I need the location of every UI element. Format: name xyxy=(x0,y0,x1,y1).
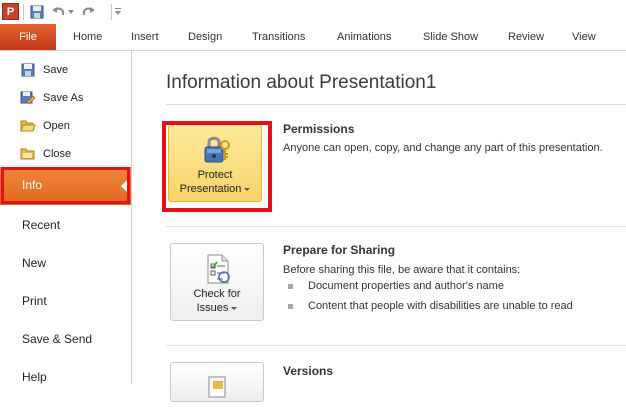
manage-versions-button[interactable] xyxy=(170,362,264,402)
prepare-bullet: Content that people with disabilities ar… xyxy=(308,300,573,312)
tab-file[interactable]: File xyxy=(0,24,56,50)
chevron-down-icon xyxy=(231,306,238,310)
info-pane xyxy=(132,51,626,384)
save-icon[interactable] xyxy=(28,3,46,21)
prepare-description: Before sharing this file, be aware that … xyxy=(283,264,521,276)
close-document-icon xyxy=(20,146,36,162)
tab-animations[interactable]: Animations xyxy=(337,24,391,50)
tab-review[interactable]: Review xyxy=(508,24,544,50)
quick-access-toolbar: P xyxy=(0,0,626,24)
close-command-label: Close xyxy=(43,148,72,160)
save-icon xyxy=(20,62,36,78)
check-label-line1: Check for xyxy=(193,288,241,300)
tab-design[interactable]: Design xyxy=(188,24,222,50)
versions-heading: Versions xyxy=(283,364,334,378)
toolbar-divider xyxy=(111,4,112,20)
save-command-label: Save xyxy=(43,64,69,76)
open-folder-icon xyxy=(20,118,36,134)
tab-file-label: File xyxy=(19,31,37,43)
nav-item-help[interactable]: Help xyxy=(22,370,47,384)
prepare-heading: Prepare for Sharing xyxy=(283,243,396,257)
open-command-label: Open xyxy=(43,120,70,132)
open-command[interactable]: Open xyxy=(0,114,131,138)
save-command[interactable]: Save xyxy=(0,58,131,82)
save-as-command[interactable]: Save As xyxy=(0,86,131,110)
permissions-description: Anyone can open, copy, and change any pa… xyxy=(283,142,603,154)
prepare-bullet: Document properties and author's name xyxy=(308,280,504,292)
tab-view[interactable]: View xyxy=(572,24,596,50)
nav-item-save-send[interactable]: Save & Send xyxy=(22,332,92,346)
nav-item-print[interactable]: Print xyxy=(22,294,47,308)
tab-slide-show[interactable]: Slide Show xyxy=(423,24,478,50)
nav-item-recent[interactable]: Recent xyxy=(22,218,60,232)
redo-icon[interactable] xyxy=(81,3,97,21)
check-label-line2: Issues xyxy=(196,302,229,314)
undo-dropdown-icon[interactable] xyxy=(67,3,75,21)
save-as-command-label: Save As xyxy=(43,92,84,104)
check-for-issues-label: Check for Issues xyxy=(193,287,240,315)
powerpoint-app-icon[interactable]: P xyxy=(2,3,19,20)
section-divider xyxy=(166,345,626,346)
save-as-icon xyxy=(20,90,36,106)
tab-insert[interactable]: Insert xyxy=(131,24,159,50)
app-icon-letter: P xyxy=(6,5,15,18)
page-title: Information about Presentation1 xyxy=(166,72,437,93)
protect-highlight-box xyxy=(162,121,272,212)
title-divider xyxy=(166,104,626,105)
checklist-icon xyxy=(200,252,234,286)
tab-home[interactable]: Home xyxy=(73,24,102,50)
close-command[interactable]: Close xyxy=(0,142,131,166)
undo-icon[interactable] xyxy=(50,3,66,21)
section-divider xyxy=(166,226,626,227)
info-highlight-box xyxy=(1,167,130,204)
customize-toolbar-icon[interactable] xyxy=(114,3,122,21)
bullet-icon xyxy=(288,284,293,289)
nav-item-new[interactable]: New xyxy=(22,256,46,270)
versions-icon xyxy=(200,371,234,405)
permissions-heading: Permissions xyxy=(283,122,355,136)
check-for-issues-button[interactable]: Check for Issues xyxy=(170,243,264,321)
tab-transitions[interactable]: Transitions xyxy=(252,24,305,50)
toolbar-divider xyxy=(23,4,24,20)
bullet-icon xyxy=(288,304,293,309)
